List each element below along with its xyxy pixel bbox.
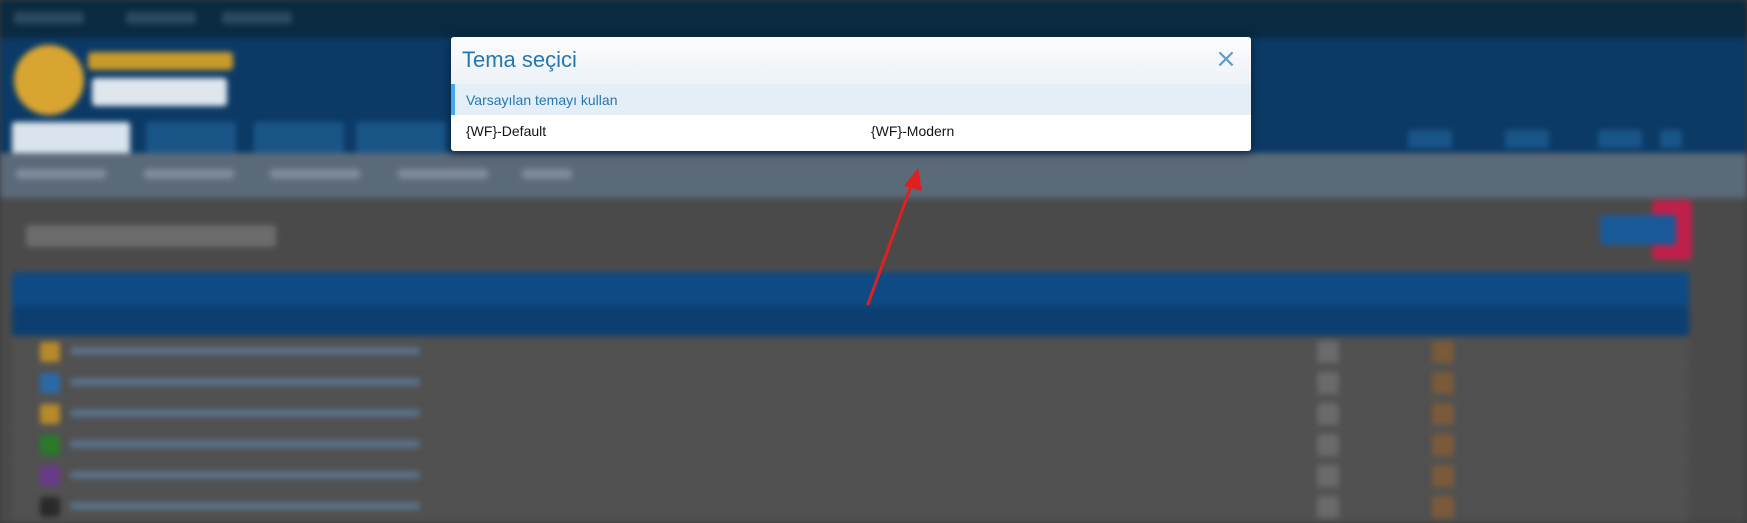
table-row: [12, 336, 1689, 367]
modal-title: Tema seçici: [462, 47, 577, 72]
table-row: [12, 460, 1689, 491]
nav-right-button: [1660, 130, 1682, 148]
top-link: [14, 12, 84, 24]
modal-header: Tema seçici ×: [451, 37, 1251, 85]
style-option-default[interactable]: {WF}-Default: [451, 116, 856, 146]
page-title: [26, 225, 276, 247]
forum-logo: [14, 45, 84, 115]
nav-right-button: [1408, 130, 1452, 148]
use-default-style-option[interactable]: Varsayılan temayı kullan: [451, 84, 1251, 115]
nav-tab: [356, 122, 446, 154]
top-link: [126, 12, 196, 24]
logo-wordmark: [92, 78, 227, 106]
action-button: [1600, 215, 1676, 245]
subnav-link: [398, 169, 488, 179]
nav-tab: [12, 122, 130, 154]
subnav-link: [144, 169, 234, 179]
style-option-modern[interactable]: {WF}-Modern: [856, 116, 1251, 146]
close-icon[interactable]: ×: [1213, 46, 1239, 72]
style-option-label: {WF}-Modern: [871, 123, 955, 139]
table-row: [12, 491, 1689, 522]
table-row: [12, 367, 1689, 398]
nav-tab: [254, 122, 344, 154]
table-header: [12, 272, 1689, 306]
style-chooser-modal: Tema seçici × Varsayılan temayı kullan {…: [451, 37, 1251, 151]
style-option-label: {WF}-Default: [466, 123, 547, 139]
nav-right-button: [1505, 130, 1549, 148]
top-bar: [0, 0, 1747, 38]
nav-right-button: [1598, 130, 1642, 148]
table-row: [12, 429, 1689, 460]
subnav-link: [16, 169, 106, 179]
top-link: [222, 12, 292, 24]
nav-tab: [146, 122, 236, 154]
default-style-label: Varsayılan temayı kullan: [466, 92, 618, 108]
table-row: [12, 398, 1689, 429]
sub-navigation: [0, 153, 1747, 198]
table-subheader: [12, 306, 1689, 336]
logo-wordmark: [88, 52, 233, 70]
subnav-link: [522, 169, 572, 179]
subnav-link: [270, 169, 360, 179]
